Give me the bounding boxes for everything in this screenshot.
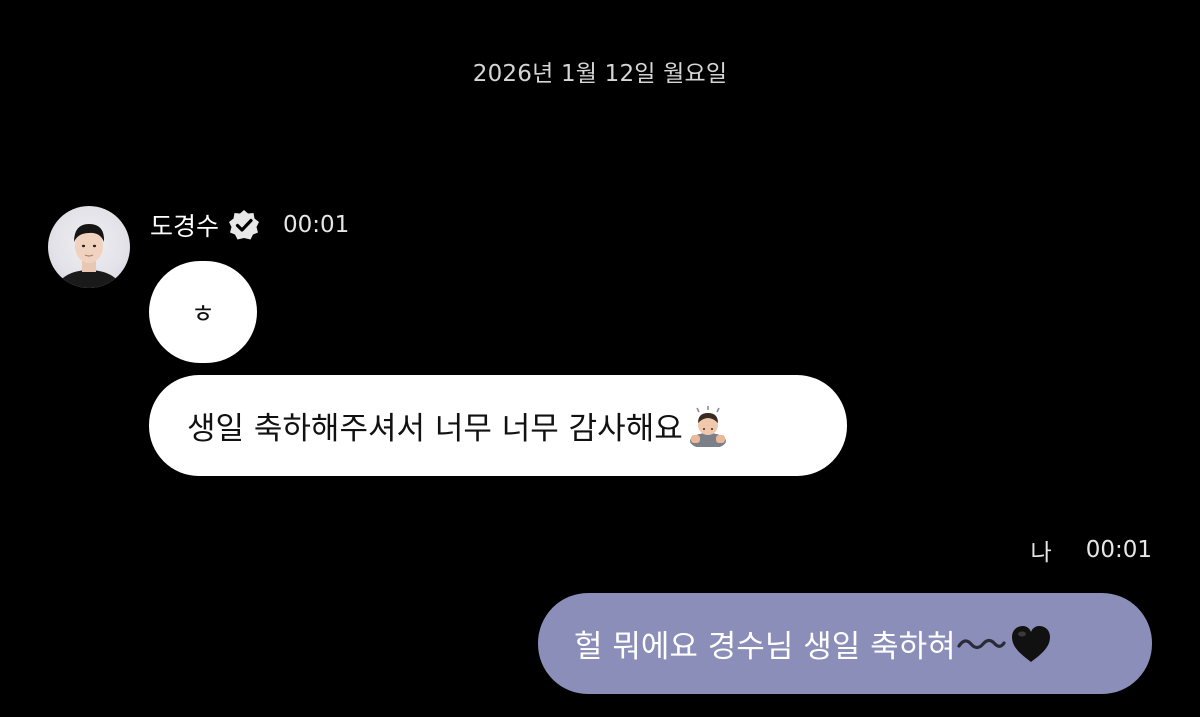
message-text: 생일 축하해주셔서 너무 너무 감사해요 (187, 411, 683, 447)
message-text: 헐 뭐에요 경수님 생일 축하혀 (574, 629, 956, 665)
black-heart-icon (1011, 625, 1050, 662)
avatar[interactable] (48, 206, 130, 288)
outgoing-timestamp: 00:01 (1085, 537, 1152, 563)
sender-header: 도경수 00:01 (150, 206, 349, 244)
outgoing-sender-label: 나 (1030, 540, 1052, 566)
outgoing-message-bubble[interactable]: 헐 뭐에요 경수님 생일 축하혀 (538, 593, 1152, 694)
incoming-message-bubble[interactable]: 생일 축하해주셔서 너무 너무 감사해요 (149, 375, 847, 476)
outgoing-header: 나 00:01 (1031, 533, 1152, 567)
message-text: ㅎ (191, 299, 215, 330)
verified-check-icon (229, 210, 260, 240)
sender-name[interactable]: 도경수 (150, 207, 219, 243)
person-bowing-emoji (689, 405, 726, 447)
avatar-portrait-icon (55, 224, 123, 288)
incoming-timestamp: 00:01 (283, 212, 350, 238)
date-divider: 2026년 1월 12일 월요일 (472, 61, 728, 87)
wavy-dash-decoration (957, 638, 1006, 649)
incoming-message-bubble[interactable]: ㅎ (149, 261, 257, 363)
